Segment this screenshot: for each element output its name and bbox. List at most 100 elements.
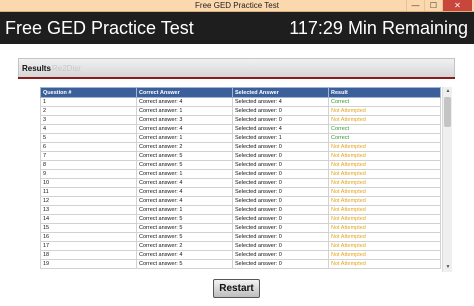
panel-divider [18,77,455,79]
selected-answer-cell: Selected answer: 0 [232,259,329,269]
question-number-cell: 17 [40,241,137,251]
column-header-selected-answer[interactable]: Selected Answer [232,87,329,98]
column-header-question[interactable]: Question # [40,87,137,98]
result-cell: Correct [328,124,441,134]
scroll-down-arrow-icon[interactable]: ▼ [443,263,453,272]
results-panel-header: Results Re2Disr [18,58,455,78]
result-cell: Not Attempted [328,205,441,215]
app-header: Free GED Practice Test 117:29 Min Remain… [0,12,474,44]
question-number-cell: 14 [40,214,137,224]
scrollbar-thumb[interactable] [444,97,451,127]
table-row[interactable]: 7 Correct answer: 5 Selected answer: 0 Not … [40,151,441,161]
correct-answer-cell: Correct answer: 2 [136,142,233,152]
correct-answer-cell: Correct answer: 5 [136,232,233,242]
selected-answer-cell: Selected answer: 4 [232,124,329,134]
question-number-cell: 5 [40,133,137,143]
selected-answer-cell: Selected answer: 4 [232,97,329,107]
table-row[interactable]: 5 Correct answer: 1 Selected answer: 1 Corr… [40,133,441,143]
result-cell: Not Attempted [328,169,441,179]
maximize-button[interactable]: ☐ [424,0,442,11]
correct-answer-cell: Correct answer: 1 [136,205,233,215]
table-row[interactable]: 4 Correct answer: 4 Selected answer: 4 Corr… [40,124,441,134]
question-number-cell: 3 [40,115,137,125]
column-header-correct-answer[interactable]: Correct Answer [136,87,233,98]
close-button[interactable]: ✕ [442,0,472,11]
result-cell: Not Attempted [328,250,441,260]
results-table-container[interactable]: Question # Correct Answer Selected Answe… [40,87,452,272]
restart-button[interactable]: Restart [213,279,260,298]
question-number-cell: 10 [40,178,137,188]
scroll-up-arrow-icon[interactable]: ▲ [443,87,453,96]
result-cell: Not Attempted [328,187,441,197]
question-number-cell: 16 [40,232,137,242]
result-cell: Correct [328,133,441,143]
question-number-cell: 2 [40,106,137,116]
table-row[interactable]: 9 Correct answer: 1 Selected answer: 0 Not … [40,169,441,179]
result-cell: Not Attempted [328,115,441,125]
table-row[interactable]: 11 Correct answer: 4 Selected answer: 0 Not… [40,187,441,197]
selected-answer-cell: Selected answer: 0 [232,160,329,170]
table-row[interactable]: 8 Correct answer: 5 Selected answer: 0 Not … [40,160,441,170]
question-number-cell: 4 [40,124,137,134]
question-number-cell: 13 [40,205,137,215]
correct-answer-cell: Correct answer: 5 [136,259,233,269]
result-cell: Not Attempted [328,160,441,170]
result-cell: Not Attempted [328,151,441,161]
table-row[interactable]: 19 Correct answer: 5 Selected answer: 0 Not… [40,259,441,269]
question-number-cell: 18 [40,250,137,260]
correct-answer-cell: Correct answer: 2 [136,241,233,251]
selected-answer-cell: Selected answer: 0 [232,169,329,179]
question-number-cell: 8 [40,160,137,170]
result-cell: Not Attempted [328,241,441,251]
window-titlebar: Free GED Practice Test — ☐ ✕ [0,0,474,12]
selected-answer-cell: Selected answer: 0 [232,106,329,116]
question-number-cell: 19 [40,259,137,269]
result-cell: Not Attempted [328,106,441,116]
correct-answer-cell: Correct answer: 5 [136,151,233,161]
result-cell: Not Attempted [328,178,441,188]
table-row[interactable]: 1 Correct answer: 4 Selected answer: 4 Corr… [40,97,441,107]
table-row[interactable]: 18 Correct answer: 4 Selected answer: 0 Not… [40,250,441,260]
table-row[interactable]: 16 Correct answer: 5 Selected answer: 0 Not… [40,232,441,242]
results-table: Question # Correct Answer Selected Answe… [40,87,441,269]
table-row[interactable]: 12 Correct answer: 4 Selected answer: 0 Not… [40,196,441,206]
question-number-cell: 15 [40,223,137,233]
question-number-cell: 1 [40,97,137,107]
correct-answer-cell: Correct answer: 5 [136,214,233,224]
question-number-cell: 11 [40,187,137,197]
window-controls: — ☐ ✕ [406,0,472,11]
minimize-button[interactable]: — [406,0,424,11]
question-number-cell: 9 [40,169,137,179]
correct-answer-cell: Correct answer: 1 [136,133,233,143]
results-title: Results [22,64,51,73]
correct-answer-cell: Correct answer: 4 [136,178,233,188]
correct-answer-cell: Correct answer: 4 [136,97,233,107]
table-row[interactable]: 17 Correct answer: 2 Selected answer: 0 Not… [40,241,441,251]
table-row[interactable]: 2 Correct answer: 1 Selected answer: 0 Not … [40,106,441,116]
selected-answer-cell: Selected answer: 0 [232,214,329,224]
result-cell: Not Attempted [328,223,441,233]
result-cell: Not Attempted [328,259,441,269]
table-row[interactable]: 13 Correct answer: 1 Selected answer: 0 Not… [40,205,441,215]
selected-answer-cell: Selected answer: 0 [232,205,329,215]
selected-answer-cell: Selected answer: 0 [232,241,329,251]
result-cell: Not Attempted [328,214,441,224]
correct-answer-cell: Correct answer: 5 [136,160,233,170]
app-title: Free GED Practice Test [5,18,194,38]
table-row[interactable]: 3 Correct answer: 3 Selected answer: 0 Not … [40,115,441,125]
table-row[interactable]: 14 Correct answer: 5 Selected answer: 0 Not… [40,214,441,224]
result-cell: Not Attempted [328,196,441,206]
correct-answer-cell: Correct answer: 5 [136,223,233,233]
table-scrollbar[interactable]: ▲ ▼ [442,87,452,272]
results-ghost-text: Re2Disr [52,64,81,73]
column-header-result[interactable]: Result [328,87,441,98]
question-number-cell: 6 [40,142,137,152]
result-cell: Not Attempted [328,142,441,152]
selected-answer-cell: Selected answer: 0 [232,232,329,242]
table-row[interactable]: 6 Correct answer: 2 Selected answer: 0 Not … [40,142,441,152]
results-table-body: 1 Correct answer: 4 Selected answer: 4 Corr… [40,97,441,269]
selected-answer-cell: Selected answer: 0 [232,151,329,161]
correct-answer-cell: Correct answer: 4 [136,196,233,206]
table-row[interactable]: 10 Correct answer: 4 Selected answer: 0 Not… [40,178,441,188]
table-row[interactable]: 15 Correct answer: 5 Selected answer: 0 Not… [40,223,441,233]
